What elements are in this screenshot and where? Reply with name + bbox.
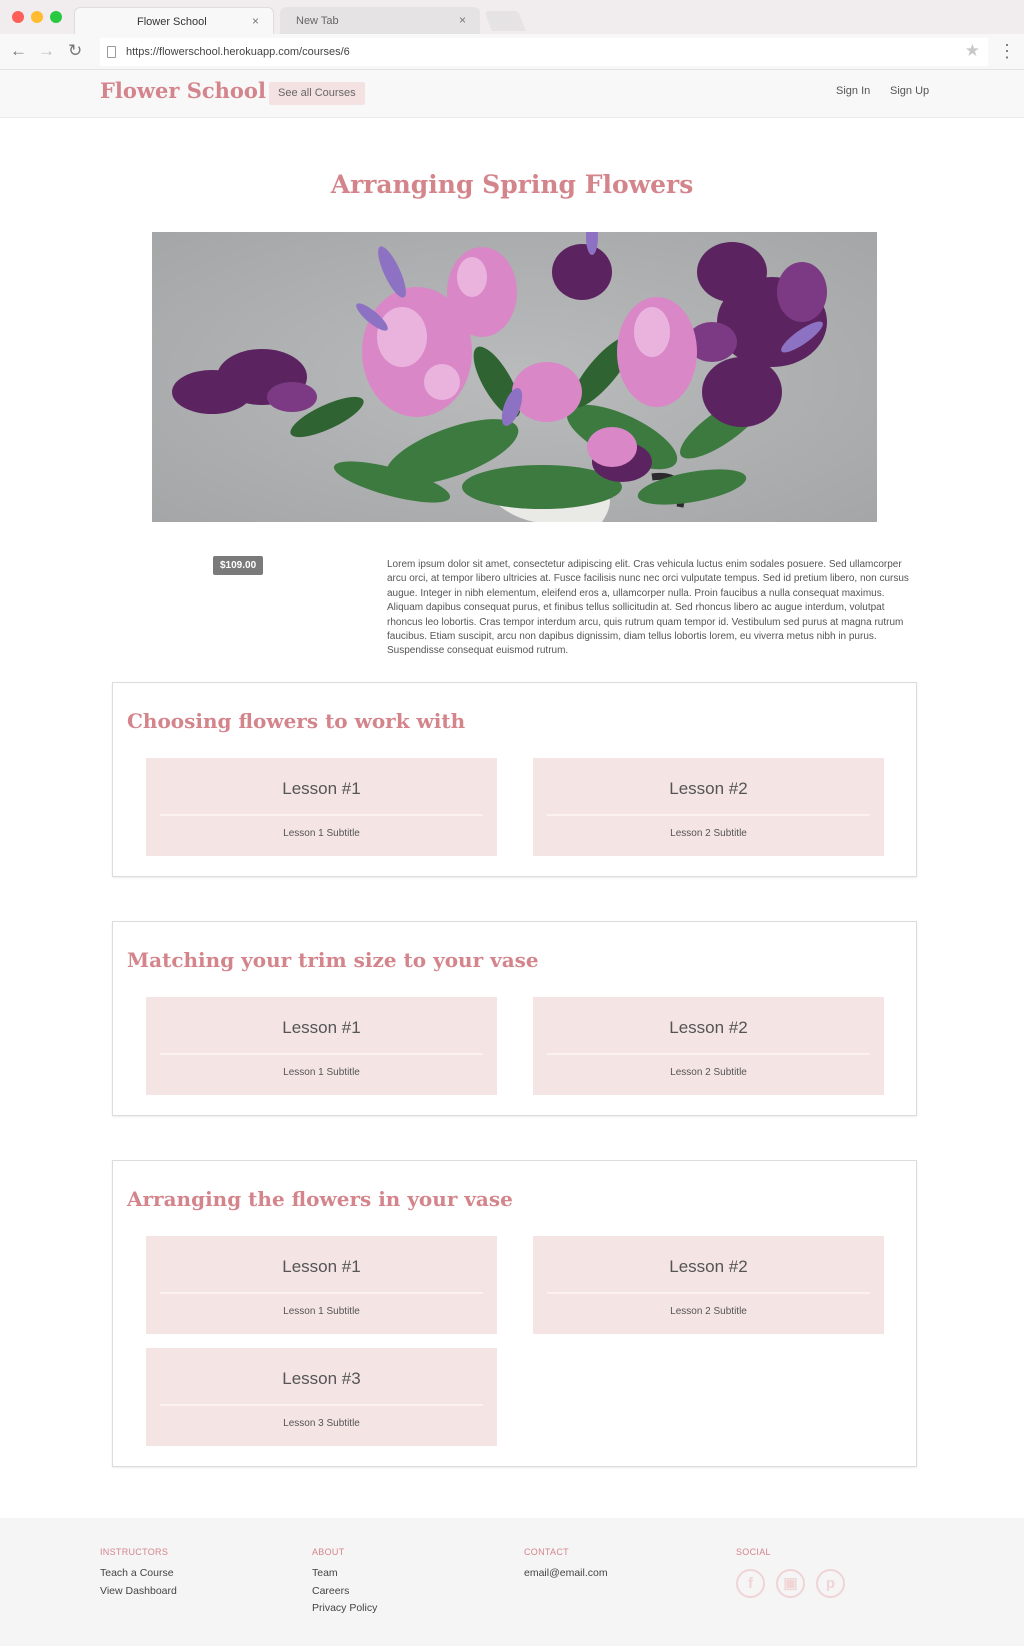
tab-label: New Tab: [296, 15, 339, 27]
lesson-title: Lesson #1: [282, 1257, 361, 1276]
lesson-title: Lesson #2: [669, 1257, 748, 1276]
careers-link[interactable]: Careers: [312, 1583, 377, 1601]
see-all-courses-button[interactable]: See all Courses: [269, 82, 365, 105]
footer-heading: CONTACT: [524, 1547, 569, 1557]
tab-close-icon[interactable]: ×: [252, 14, 259, 28]
lesson-card[interactable]: Lesson #1 Lesson 1 Subtitle: [146, 997, 497, 1095]
course-price-badge: $109.00: [213, 556, 264, 575]
footer-heading: ABOUT: [312, 1547, 345, 1557]
lesson-divider: [547, 1292, 870, 1294]
lesson-card[interactable]: Lesson #1 Lesson 1 Subtitle: [146, 1236, 497, 1334]
sign-up-link[interactable]: Sign Up: [890, 85, 929, 97]
lesson-title: Lesson #3: [282, 1369, 361, 1388]
footer-instructors-column: INSTRUCTORS Teach a Course View Dashboar…: [100, 1547, 177, 1600]
footer-contact-column: CONTACT email@email.com: [524, 1547, 608, 1583]
pinterest-icon[interactable]: p: [816, 1569, 845, 1598]
window-close-button[interactable]: [12, 11, 24, 23]
lesson-divider: [160, 814, 483, 816]
lesson-title: Lesson #2: [669, 1018, 748, 1037]
page-icon: [107, 46, 116, 58]
lesson-card[interactable]: Lesson #3 Lesson 3 Subtitle: [146, 1348, 497, 1446]
lesson-subtitle: Lesson 2 Subtitle: [670, 1067, 747, 1078]
back-arrow-icon[interactable]: ←: [10, 39, 27, 63]
teach-a-course-link[interactable]: Teach a Course: [100, 1565, 177, 1583]
address-bar[interactable]: https://flowerschool.herokuapp.com/cours…: [100, 38, 988, 66]
footer-heading: INSTRUCTORS: [100, 1547, 169, 1557]
course-section: Arranging the flowers in your vase Lesso…: [112, 1160, 917, 1467]
lesson-subtitle: Lesson 2 Subtitle: [670, 1306, 747, 1317]
browser-titlebar: Flower School × New Tab ×: [0, 0, 1024, 34]
reload-icon[interactable]: ↻: [68, 39, 82, 63]
course-section: Choosing flowers to work with Lesson #1 …: [112, 682, 917, 877]
course-title: Arranging Spring Flowers: [330, 170, 694, 199]
sign-in-link[interactable]: Sign In: [836, 85, 870, 97]
course-description: Lorem ipsum dolor sit amet, consectetur …: [387, 559, 909, 657]
contact-email-link[interactable]: email@email.com: [524, 1565, 608, 1583]
course-section: Matching your trim size to your vase Les…: [112, 921, 917, 1116]
window-maximize-button[interactable]: [50, 11, 62, 23]
bookmark-star-icon[interactable]: ★: [965, 41, 980, 61]
site-header: Flower School See all Courses Sign In Si…: [0, 70, 1024, 118]
lesson-subtitle: Lesson 1 Subtitle: [283, 1306, 360, 1317]
tab-flower-school[interactable]: Flower School ×: [74, 7, 274, 34]
window-minimize-button[interactable]: [31, 11, 43, 23]
lesson-card[interactable]: Lesson #2 Lesson 2 Subtitle: [533, 758, 884, 856]
lesson-title: Lesson #1: [282, 779, 361, 798]
browser-toolbar: ← → ↻ https://flowerschool.herokuapp.com…: [0, 34, 1024, 70]
lesson-divider: [547, 1053, 870, 1055]
footer-social-column: SOCIAL f ▣ p: [736, 1547, 845, 1598]
tab-label: Flower School: [137, 16, 207, 28]
team-link[interactable]: Team: [312, 1565, 377, 1583]
lesson-divider: [547, 814, 870, 816]
site-footer: INSTRUCTORS Teach a Course View Dashboar…: [0, 1518, 1024, 1646]
lesson-divider: [160, 1292, 483, 1294]
section-title: Arranging the flowers in your vase: [127, 1187, 513, 1211]
lesson-card[interactable]: Lesson #1 Lesson 1 Subtitle: [146, 758, 497, 856]
lesson-subtitle: Lesson 3 Subtitle: [283, 1418, 360, 1429]
new-tab-button[interactable]: [484, 11, 526, 31]
view-dashboard-link[interactable]: View Dashboard: [100, 1583, 177, 1601]
footer-heading: SOCIAL: [736, 1547, 771, 1557]
url-text: https://flowerschool.herokuapp.com/cours…: [126, 46, 350, 58]
section-title: Matching your trim size to your vase: [127, 948, 539, 972]
site-logo[interactable]: Flower School: [100, 78, 266, 103]
lesson-subtitle: Lesson 1 Subtitle: [283, 828, 360, 839]
privacy-policy-link[interactable]: Privacy Policy: [312, 1600, 377, 1618]
forward-arrow-icon[interactable]: →: [38, 39, 55, 63]
lesson-card[interactable]: Lesson #2 Lesson 2 Subtitle: [533, 997, 884, 1095]
lesson-card[interactable]: Lesson #2 Lesson 2 Subtitle: [533, 1236, 884, 1334]
section-title: Choosing flowers to work with: [127, 709, 466, 733]
lesson-title: Lesson #1: [282, 1018, 361, 1037]
facebook-icon[interactable]: f: [736, 1569, 765, 1598]
social-icons: f ▣ p: [736, 1569, 916, 1603]
browser-menu-icon[interactable]: ⋮: [998, 39, 1016, 63]
instagram-icon[interactable]: ▣: [776, 1569, 805, 1598]
tab-close-icon[interactable]: ×: [459, 13, 466, 27]
lesson-title: Lesson #2: [669, 779, 748, 798]
footer-about-column: ABOUT Team Careers Privacy Policy: [312, 1547, 377, 1618]
tab-new-tab[interactable]: New Tab ×: [280, 7, 480, 34]
lesson-divider: [160, 1053, 483, 1055]
lesson-divider: [160, 1404, 483, 1406]
course-hero-image: [152, 232, 877, 522]
lesson-subtitle: Lesson 2 Subtitle: [670, 828, 747, 839]
lesson-subtitle: Lesson 1 Subtitle: [283, 1067, 360, 1078]
